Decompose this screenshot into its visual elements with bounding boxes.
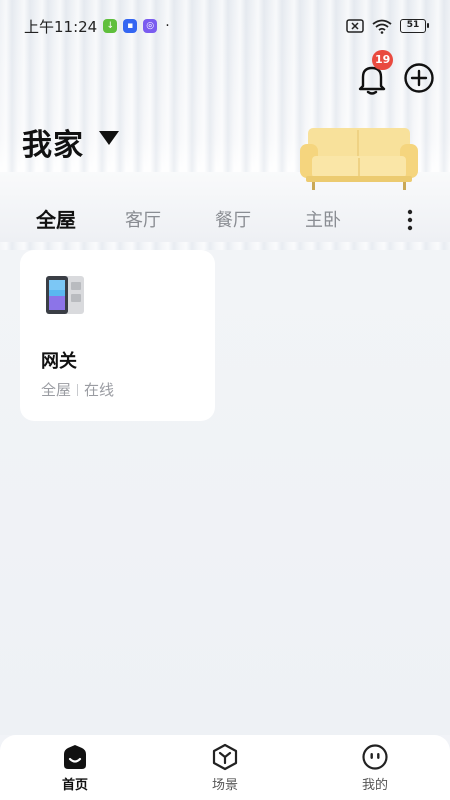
- nav-scene-label: 场景: [211, 778, 238, 793]
- meta-divider: [77, 383, 79, 396]
- home-name[interactable]: 我家: [22, 120, 84, 164]
- scene-cube-icon: [212, 743, 238, 771]
- plus-circle-icon: [404, 63, 434, 93]
- notification-button[interactable]: 19: [357, 50, 394, 96]
- home-icon: [64, 745, 86, 769]
- status-time: 上午11:24: [24, 17, 98, 36]
- sim-off-icon: [346, 19, 364, 33]
- profile-face-icon: [362, 744, 388, 770]
- device-room: 全屋: [41, 381, 72, 399]
- notification-badge: 19: [372, 50, 394, 70]
- device-name: 网关: [41, 351, 77, 372]
- tab-master-bedroom[interactable]: 主卧: [305, 206, 341, 232]
- wifi-icon: [372, 19, 392, 34]
- gateway-device-icon: [46, 276, 84, 314]
- tab-living-room[interactable]: 客厅: [125, 206, 161, 232]
- more-vertical-icon[interactable]: [400, 208, 420, 232]
- status-right: 51: [346, 19, 429, 34]
- device-card-gateway[interactable]: 网关 全屋 在线: [20, 250, 215, 421]
- sofa-illustration: [300, 128, 418, 190]
- nav-scene[interactable]: 场景: [185, 743, 265, 793]
- app-search-icon: ◎: [143, 19, 158, 33]
- status-more-dot: ·: [165, 18, 170, 34]
- room-tabs: 全屋 客厅 餐厅 主卧: [0, 202, 450, 238]
- device-meta: 全屋 在线: [41, 379, 114, 400]
- tab-dining-room[interactable]: 餐厅: [215, 206, 251, 232]
- tab-whole-house[interactable]: 全屋: [36, 204, 76, 233]
- device-status: 在线: [84, 381, 115, 399]
- nav-profile-label: 我的: [361, 778, 388, 793]
- nav-home-label: 首页: [61, 778, 88, 793]
- add-device-button[interactable]: [403, 62, 435, 94]
- status-bar: 上午11:24 ↓ ▪ ◎ · 51: [0, 0, 450, 52]
- bottom-nav: 首页 场景 我的: [0, 735, 450, 800]
- nav-profile[interactable]: 我的: [335, 743, 415, 793]
- nav-home[interactable]: 首页: [35, 743, 115, 793]
- battery-indicator: 51: [400, 19, 429, 33]
- download-icon: ↓: [103, 19, 118, 33]
- app-notification-icon: ▪: [123, 19, 138, 33]
- dropdown-triangle-icon[interactable]: [98, 130, 120, 146]
